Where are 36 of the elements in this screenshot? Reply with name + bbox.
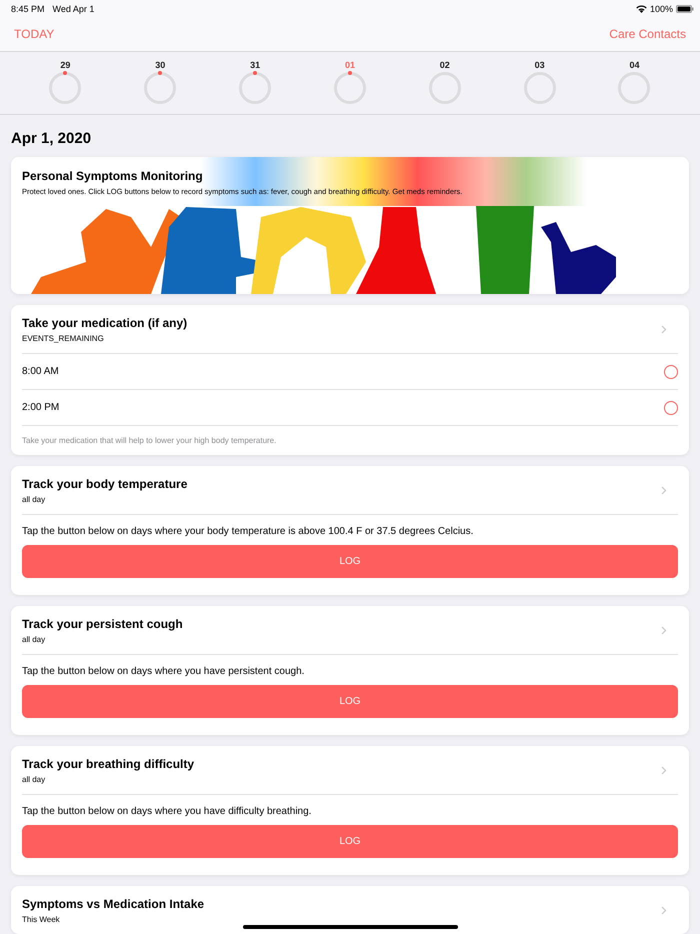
card-instructions: Tap the button below on days where your body temperature is above 100.4 F or 37.5 degrees Celcius. <box>21 525 474 539</box>
chevron-icon <box>661 325 667 334</box>
time-label: 8:00 AM <box>22 366 59 377</box>
card-title: Personal Symptoms Monitoring <box>22 169 204 183</box>
card-instructions: Tap the button below on days where you have difficulty breathing. <box>21 805 312 819</box>
day-button[interactable]: 02 <box>424 60 465 104</box>
card-note: Take your medication that will help to lower your high body temperature. <box>21 435 278 447</box>
chevron-icon <box>661 626 667 635</box>
chevron-icon <box>661 766 667 775</box>
wifi-icon <box>636 4 647 12</box>
card-title: Take your medication (if any) <box>22 316 188 330</box>
card-subtitle: all day <box>22 635 46 644</box>
time-label: 2:00 PM <box>22 402 60 413</box>
card-title: Symptoms vs Medication Intake <box>22 897 206 911</box>
day-button[interactable]: 30 <box>140 60 180 104</box>
day-button[interactable]: 03 <box>520 60 560 104</box>
card-title: Track your persistent cough <box>22 617 184 631</box>
card-subtitle: all day <box>22 775 46 784</box>
card-title: Track your body temperature <box>22 477 188 491</box>
status-date: Wed Apr 1 <box>52 4 94 14</box>
checkbox[interactable] <box>664 364 678 378</box>
chevron-icon <box>661 486 667 495</box>
card-instructions: Tap the button below on days where you have persistent cough. <box>21 665 306 679</box>
checkbox[interactable] <box>664 400 678 414</box>
day-button[interactable]: 29 <box>45 60 86 104</box>
day-button[interactable]: 04 <box>614 60 654 104</box>
battery-icon <box>676 4 694 12</box>
card-subtitle: EVENTS_REMAINING <box>22 334 105 343</box>
day-button[interactable]: 31 <box>235 60 276 104</box>
card-title: Track your breathing difficulty <box>22 757 196 771</box>
card-subtitle: This Week <box>22 915 61 924</box>
date-heading: Apr 1, 2020 <box>11 130 92 147</box>
card-subtitle: all day <box>22 495 46 504</box>
chevron-icon <box>661 906 667 915</box>
status-time: 8:45 PM <box>11 4 45 14</box>
battery-percent: 100% <box>650 4 673 14</box>
